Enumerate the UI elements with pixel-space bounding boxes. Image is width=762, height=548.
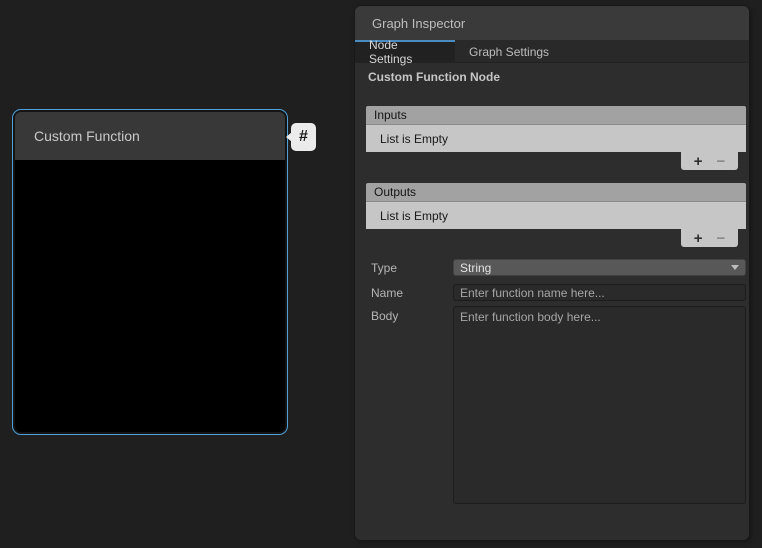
- tab-bar: Node Settings Graph Settings: [355, 40, 749, 63]
- tab-graph-settings[interactable]: Graph Settings: [455, 40, 563, 62]
- node-title: Custom Function: [34, 128, 140, 144]
- name-label: Name: [371, 286, 403, 300]
- inputs-list-empty-row: List is Empty: [366, 125, 746, 152]
- outputs-list-empty-row: List is Empty: [366, 202, 746, 229]
- add-input-button[interactable]: +: [694, 154, 703, 169]
- inputs-list-header[interactable]: Inputs: [366, 106, 746, 125]
- node-header[interactable]: Custom Function: [15, 112, 285, 160]
- badge-tail: [286, 132, 292, 142]
- type-dropdown-value: String: [460, 261, 731, 275]
- add-output-button[interactable]: +: [694, 231, 703, 246]
- outputs-list-footer: + −: [681, 229, 738, 247]
- graph-inspector-panel: Graph Inspector Node Settings Graph Sett…: [355, 6, 749, 540]
- outputs-list-header[interactable]: Outputs: [366, 183, 746, 202]
- type-dropdown[interactable]: String: [453, 259, 746, 276]
- inputs-list-title: Inputs: [374, 108, 407, 122]
- panel-title: Graph Inspector: [372, 16, 465, 31]
- inputs-list-footer: + −: [681, 152, 738, 170]
- tab-node-settings[interactable]: Node Settings: [355, 40, 455, 62]
- node-settings-badge[interactable]: #: [291, 123, 316, 151]
- hash-icon: #: [299, 129, 308, 145]
- type-label: Type: [371, 261, 397, 275]
- body-label: Body: [371, 309, 398, 323]
- outputs-list: Outputs List is Empty + −: [366, 183, 746, 229]
- section-title: Custom Function Node: [368, 70, 500, 84]
- panel-titlebar[interactable]: Graph Inspector: [355, 6, 749, 40]
- remove-output-button[interactable]: −: [717, 231, 726, 246]
- inputs-empty-label: List is Empty: [380, 132, 448, 146]
- inputs-list: Inputs List is Empty + −: [366, 106, 746, 152]
- shader-graph-canvas[interactable]: Custom Function # Graph Inspector Node S…: [0, 0, 762, 548]
- node-frame: Custom Function: [15, 112, 285, 432]
- outputs-empty-label: List is Empty: [380, 209, 448, 223]
- custom-function-node[interactable]: Custom Function: [12, 109, 288, 435]
- remove-input-button[interactable]: −: [717, 154, 726, 169]
- function-name-input[interactable]: [453, 284, 746, 301]
- node-body: [15, 160, 285, 432]
- outputs-list-title: Outputs: [374, 185, 416, 199]
- chevron-down-icon: [731, 265, 739, 270]
- function-body-input[interactable]: [453, 306, 746, 504]
